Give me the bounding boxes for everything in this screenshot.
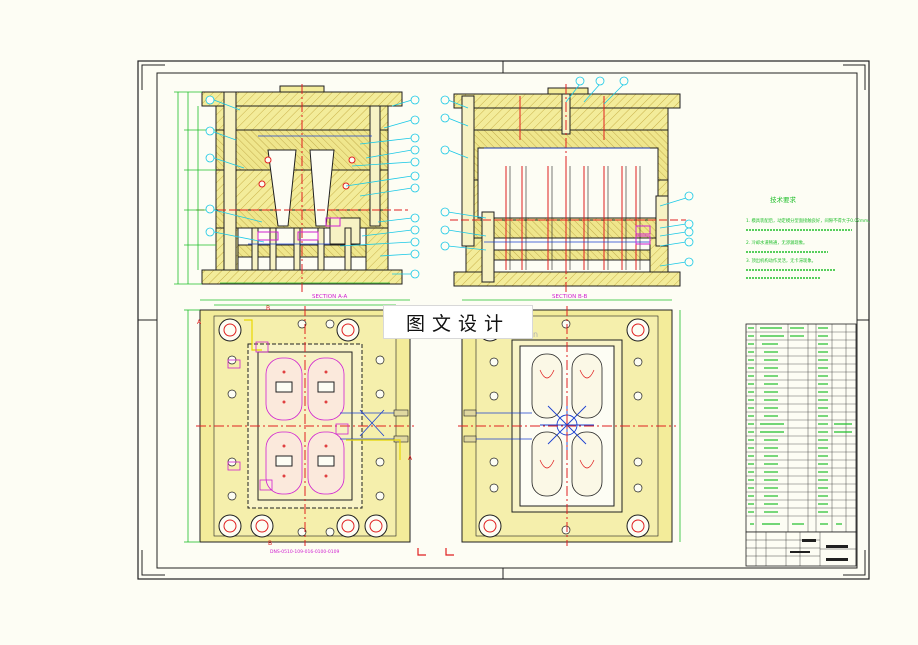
parts-list-table — [745, 323, 857, 533]
title-block — [745, 531, 857, 567]
section-b-view — [440, 76, 694, 292]
technical-requirements-scribble — [746, 229, 852, 279]
svg-text:B: B — [266, 305, 270, 312]
section-b-label: SECTION B-B — [552, 294, 588, 300]
dimension-note: DNS-0510-109-016-0100-0109 — [270, 549, 339, 555]
requirement-1: 1. 模具装配后，动定模分型面接触良好，间隙不得大于0.02mm。 — [746, 217, 873, 224]
section-a-label: SECTION A-A — [312, 294, 347, 300]
technical-requirements-title: 技术要求 — [770, 195, 797, 204]
technical-requirements: 1. 模具装配后，动定模分型面接触良好，间隙不得大于0.02mm。 2. 冷却水… — [746, 217, 873, 264]
requirement-3: 3. 顶出机构动作灵活，无卡滞现象。 — [746, 257, 816, 264]
watermark-suffix: n — [533, 330, 539, 339]
watermark-banner: 图文设计 — [383, 305, 533, 339]
svg-text:A: A — [408, 455, 413, 462]
requirement-2: 2. 冷却水道畅通，无渗漏现象。 — [746, 239, 807, 246]
section-a-view — [174, 84, 420, 292]
svg-text:B: B — [268, 540, 272, 547]
